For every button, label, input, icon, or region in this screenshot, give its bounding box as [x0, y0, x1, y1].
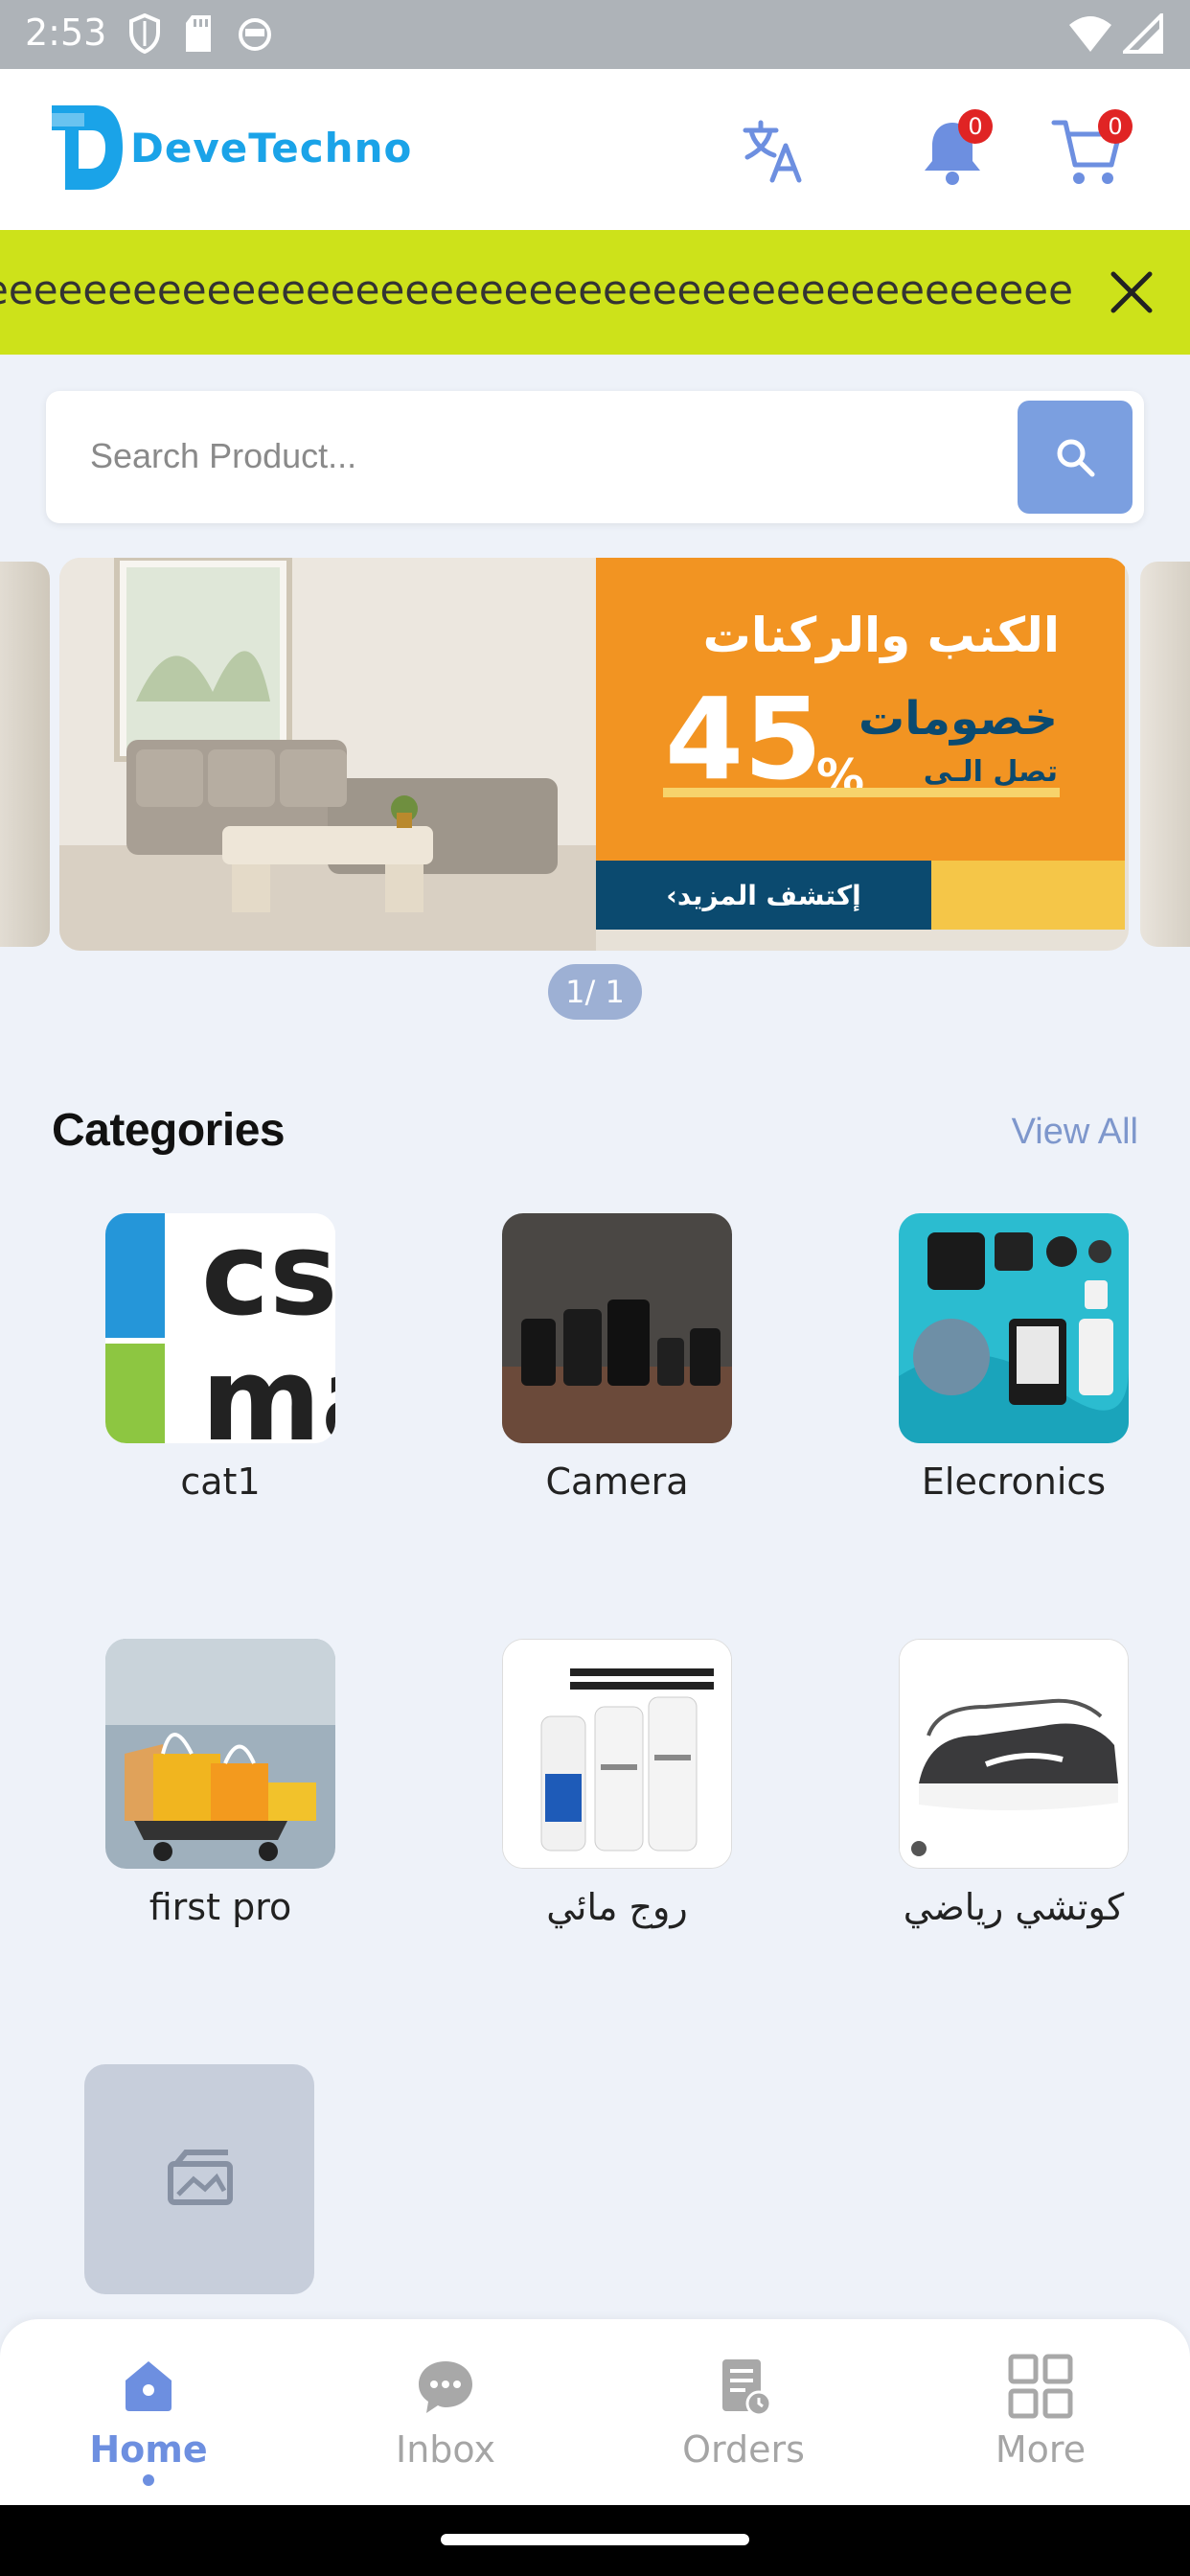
category-item[interactable]: روج مائي [473, 1639, 761, 1928]
category-image [502, 1213, 732, 1443]
orders-icon [705, 2348, 782, 2425]
close-icon [1110, 271, 1153, 313]
nav-home[interactable]: Home [53, 2348, 244, 2486]
banner-carousel[interactable]: الكنب والركنات خصومات 45 % تصل الـى إكتش… [0, 558, 1190, 951]
announcement-text: Welcomeeeeeeeeeeeeeeeeeeeeeeeeeeeeeeeeee… [0, 266, 1073, 313]
language-button[interactable] [734, 111, 814, 192]
category-label: روج مائي [546, 1886, 688, 1928]
category-label: كوتشي رياضي [903, 1886, 1125, 1928]
category-item[interactable]: first pro [77, 1639, 364, 1928]
translate-icon [743, 120, 802, 183]
status-notification-icons [128, 13, 274, 54]
face-icon [239, 18, 271, 51]
search-input[interactable] [90, 427, 991, 485]
search-bar [46, 391, 1144, 523]
wifi-icon [1069, 16, 1111, 52]
category-image [899, 1213, 1129, 1443]
bottom-navigation: Home Inbox Orders More [0, 2319, 1190, 2505]
promo-underline [663, 788, 1060, 797]
promo-cta-accent [931, 861, 1125, 930]
status-system-icons [1067, 13, 1163, 54]
system-gesture-bar [0, 2505, 1190, 2576]
search-icon [1057, 439, 1095, 477]
category-image [502, 1639, 732, 1869]
signal-icon [1123, 13, 1163, 54]
sofa-photo [59, 558, 596, 951]
svg-text:cs: cs [201, 1213, 335, 1342]
nav-more-label: More [995, 2428, 1087, 2471]
shield-icon [129, 13, 160, 54]
category-label: cat1 [180, 1460, 261, 1503]
promo-title: الكنب والركنات [702, 608, 1060, 663]
cart-badge: 0 [1098, 109, 1133, 144]
promo-panel: الكنب والركنات خصومات 45 % تصل الـى إكتش… [596, 558, 1125, 930]
category-item[interactable]: cs ma cat1 [77, 1213, 364, 1503]
promo-discount-label: خصومات [858, 692, 1058, 746]
notifications-badge: 0 [958, 109, 993, 144]
announcement-bar: Welcomeeeeeeeeeeeeeeeeeeeeeeeeeeeeeeeeee… [0, 230, 1190, 355]
nav-more[interactable]: More [945, 2348, 1136, 2471]
nav-home-label: Home [89, 2428, 208, 2471]
category-label: Camera [545, 1460, 689, 1503]
categories-title: Categories [52, 1105, 286, 1156]
active-indicator [143, 2474, 154, 2486]
nav-orders-label: Orders [682, 2428, 805, 2471]
sd-card-icon [186, 15, 211, 52]
banner-prev-peek [0, 562, 50, 947]
nav-inbox[interactable]: Inbox [350, 2348, 541, 2471]
carousel-pager: 1/ 1 [548, 964, 642, 1020]
nav-inbox-label: Inbox [396, 2428, 495, 2471]
app-header: DeveTechno 0 0 [0, 69, 1190, 230]
status-time: 2:53 [25, 12, 107, 54]
category-item[interactable] [56, 2064, 343, 2312]
category-item[interactable]: Elecronics [870, 1213, 1157, 1503]
home-icon [110, 2348, 187, 2425]
status-bar: 2:53 [0, 0, 1190, 69]
category-image [105, 1639, 335, 1869]
category-image: cs ma [105, 1213, 335, 1443]
category-item[interactable]: كوتشي رياضي [870, 1639, 1157, 1928]
category-image [899, 1639, 1129, 1869]
category-label: first pro [149, 1886, 292, 1928]
chat-icon [407, 2348, 484, 2425]
home-gesture-handle[interactable] [441, 2534, 749, 2545]
banner-next-peek [1140, 562, 1190, 947]
category-label: Elecronics [921, 1460, 1107, 1503]
cart-button[interactable]: 0 [1046, 109, 1133, 192]
announcement-close-button[interactable] [1098, 259, 1165, 326]
logo[interactable]: DeveTechno [52, 102, 412, 194]
category-image-placeholder [84, 2064, 314, 2294]
notifications-button[interactable]: 0 [912, 109, 993, 192]
banner-slide[interactable]: الكنب والركنات خصومات 45 % تصل الـى إكتش… [59, 558, 1129, 951]
logo-text: DeveTechno [130, 124, 413, 172]
search-button[interactable] [1018, 401, 1133, 514]
svg-text:ma: ma [201, 1334, 335, 1443]
grid-icon [1002, 2348, 1079, 2425]
view-all-link[interactable]: View All [1012, 1112, 1138, 1153]
category-item[interactable]: Camera [473, 1213, 761, 1503]
promo-cta-button[interactable]: إكتشف المزيد› [596, 861, 931, 930]
logo-icon [52, 105, 123, 190]
image-placeholder-icon [168, 2150, 233, 2205]
promo-discount-value: 45 [665, 673, 823, 805]
nav-orders[interactable]: Orders [648, 2348, 839, 2471]
promo-upto-label: تصل الـى [923, 755, 1058, 789]
